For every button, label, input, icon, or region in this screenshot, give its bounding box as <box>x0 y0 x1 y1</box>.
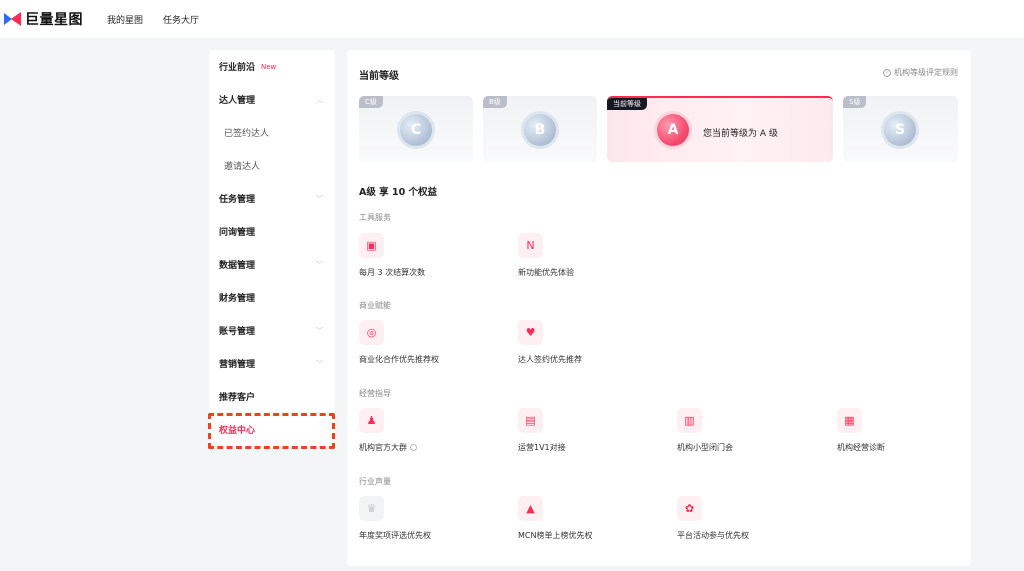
section-label-industry-voice: 行业声量 <box>359 477 391 486</box>
sidebar-item-invite-talent[interactable]: 邀请达人 <box>209 149 335 182</box>
level-s-badge-icon: S <box>884 114 916 146</box>
benefit-label: 机构小型闭门会 <box>677 443 733 452</box>
thumbs-up-icon: ♥ <box>518 320 543 345</box>
section-label-tools: 工具服务 <box>359 213 391 222</box>
level-b-badge-icon: B <box>524 114 556 146</box>
benefit-item[interactable]: ✿ 平台活动参与优先权 <box>677 496 827 541</box>
section-label-operations: 经营指导 <box>359 389 391 398</box>
sidebar: 行业前沿 New 达人管理 ︿ 已签约达人 邀请达人 任务管理 ﹀ 问询管理 数据… <box>209 50 335 450</box>
benefit-label: 机构经营诊断 <box>837 443 885 452</box>
benefit-label: 新功能优先体验 <box>518 268 574 277</box>
benefit-label: 年度奖项评选优先权 <box>359 531 431 540</box>
benefit-label: 运营1V1对接 <box>518 443 566 452</box>
sidebar-item-data-management[interactable]: 数据管理 ﹀ <box>209 248 335 281</box>
tooltip-icon[interactable] <box>410 444 417 451</box>
benefit-item[interactable]: ♥ 达人签约优先推荐 <box>518 320 668 365</box>
logo-text: 巨量星图 <box>25 12 83 28</box>
benefit-label: 机构官方大群 <box>359 442 509 453</box>
benefit-item[interactable]: ▣ 每月 3 次结算次数 <box>359 233 509 278</box>
level-tag: B级 <box>483 96 507 108</box>
benefit-item[interactable]: ▲ MCN榜单上榜优先权 <box>518 496 668 541</box>
sidebar-item-recommend-clients[interactable]: 推荐客户 <box>209 380 335 413</box>
sidebar-item-label: 任务管理 <box>219 195 256 205</box>
sidebar-item-inquiry-management[interactable]: 问询管理 <box>209 215 335 248</box>
level-card-a-current[interactable]: 当前等级 A 您当前等级为 A 级 <box>607 96 833 162</box>
benefit-item[interactable]: ♛ 年度奖项评选优先权 <box>359 496 509 541</box>
activity-icon: ✿ <box>677 496 702 521</box>
meeting-icon: ▥ <box>677 408 702 433</box>
top-nav: 我的星图 任务大厅 <box>107 13 199 26</box>
sidebar-item-label: 推荐客户 <box>219 393 256 403</box>
logo[interactable]: 巨量星图 <box>4 9 83 29</box>
sidebar-item-label: 达人管理 <box>219 96 256 106</box>
benefit-label: 商业化合作优先推荐权 <box>359 355 439 364</box>
new-feature-icon: N <box>518 233 543 258</box>
chevron-down-icon: ﹀ <box>316 326 323 335</box>
level-c-badge-icon: C <box>400 114 432 146</box>
level-a-badge-icon: A <box>657 114 689 146</box>
sidebar-item-label: 财务管理 <box>219 294 256 304</box>
sidebar-item-task-management[interactable]: 任务管理 ﹀ <box>209 182 335 215</box>
sidebar-item-label: 数据管理 <box>219 261 256 271</box>
sidebar-item-label: 问询管理 <box>219 228 256 238</box>
sidebar-item-label: 权益中心 <box>219 426 256 436</box>
logo-icon <box>4 12 22 26</box>
ranking-icon: ▲ <box>518 496 543 521</box>
sidebar-item-label: 账号管理 <box>219 327 256 337</box>
benefit-label: 每月 3 次结算次数 <box>359 268 426 277</box>
analytics-icon: ▦ <box>837 408 862 433</box>
benefit-item[interactable]: ▥ 机构小型闭门会 <box>677 408 827 453</box>
chevron-up-icon: ︿ <box>316 95 323 104</box>
benefit-label: MCN榜单上榜优先权 <box>518 531 593 540</box>
sidebar-item-label: 邀请达人 <box>224 162 261 172</box>
benefit-item[interactable]: N 新功能优先体验 <box>518 233 668 278</box>
sidebar-item-label: 已签约达人 <box>224 129 270 139</box>
nav-task-hall[interactable]: 任务大厅 <box>163 13 199 26</box>
sidebar-item-benefits-center[interactable]: 权益中心 <box>209 413 335 446</box>
chevron-down-icon: ﹀ <box>316 260 323 269</box>
benefits-title: A级 享 10 个权益 <box>359 187 437 198</box>
sidebar-item-finance-management[interactable]: 财务管理 <box>209 281 335 314</box>
chevron-down-icon: ﹀ <box>316 359 323 368</box>
sidebar-item-label: 行业前沿 <box>219 63 256 73</box>
top-bar: 巨量星图 我的星图 任务大厅 <box>0 0 1024 38</box>
nav-my-xingtu[interactable]: 我的星图 <box>107 13 143 26</box>
level-tag: S级 <box>843 96 867 108</box>
benefit-item[interactable]: ▤ 运营1V1对接 <box>518 408 668 453</box>
group-icon: ♟ <box>359 408 384 433</box>
benefit-item[interactable]: ▦ 机构经营诊断 <box>837 408 987 453</box>
sidebar-item-label: 营销管理 <box>219 360 256 370</box>
new-badge: New <box>261 62 277 71</box>
trophy-icon: ♛ <box>359 496 384 521</box>
benefit-item[interactable]: ♟ 机构官方大群 <box>359 408 509 453</box>
sidebar-item-account-management[interactable]: 账号管理 ﹀ <box>209 314 335 347</box>
info-icon: i <box>883 68 891 77</box>
sidebar-item-talent-management[interactable]: 达人管理 ︿ <box>209 83 335 116</box>
wallet-icon: ▣ <box>359 233 384 258</box>
sidebar-item-marketing-management[interactable]: 营销管理 ﹀ <box>209 347 335 380</box>
benefit-item[interactable]: ◎ 商业化合作优先推荐权 <box>359 320 509 365</box>
sidebar-item-industry-frontier[interactable]: 行业前沿 New <box>209 50 335 83</box>
section-label-business: 商业赋能 <box>359 301 391 310</box>
level-tag: C级 <box>359 96 383 108</box>
sidebar-item-signed-talent[interactable]: 已签约达人 <box>209 116 335 149</box>
level-rules-link[interactable]: i 机构等级评定规则 <box>883 67 958 78</box>
benefit-label: 达人签约优先推荐 <box>518 355 582 364</box>
page-title: 当前等级 <box>359 71 399 82</box>
benefit-label: 平台活动参与优先权 <box>677 531 749 540</box>
level-card-s[interactable]: S级 S <box>843 96 958 162</box>
chat-icon: ▤ <box>518 408 543 433</box>
medal-icon: ◎ <box>359 320 384 345</box>
level-card-b[interactable]: B级 B <box>483 96 597 162</box>
level-rules-label: 机构等级评定规则 <box>894 68 958 77</box>
level-card-c[interactable]: C级 C <box>359 96 473 162</box>
current-level-tag: 当前等级 <box>607 98 647 110</box>
main-panel: 当前等级 i 机构等级评定规则 C级 C B级 B 当前等级 A 您当前等级为 … <box>347 50 971 566</box>
current-level-text: 您当前等级为 A 级 <box>703 129 778 139</box>
chevron-down-icon: ﹀ <box>316 194 323 203</box>
